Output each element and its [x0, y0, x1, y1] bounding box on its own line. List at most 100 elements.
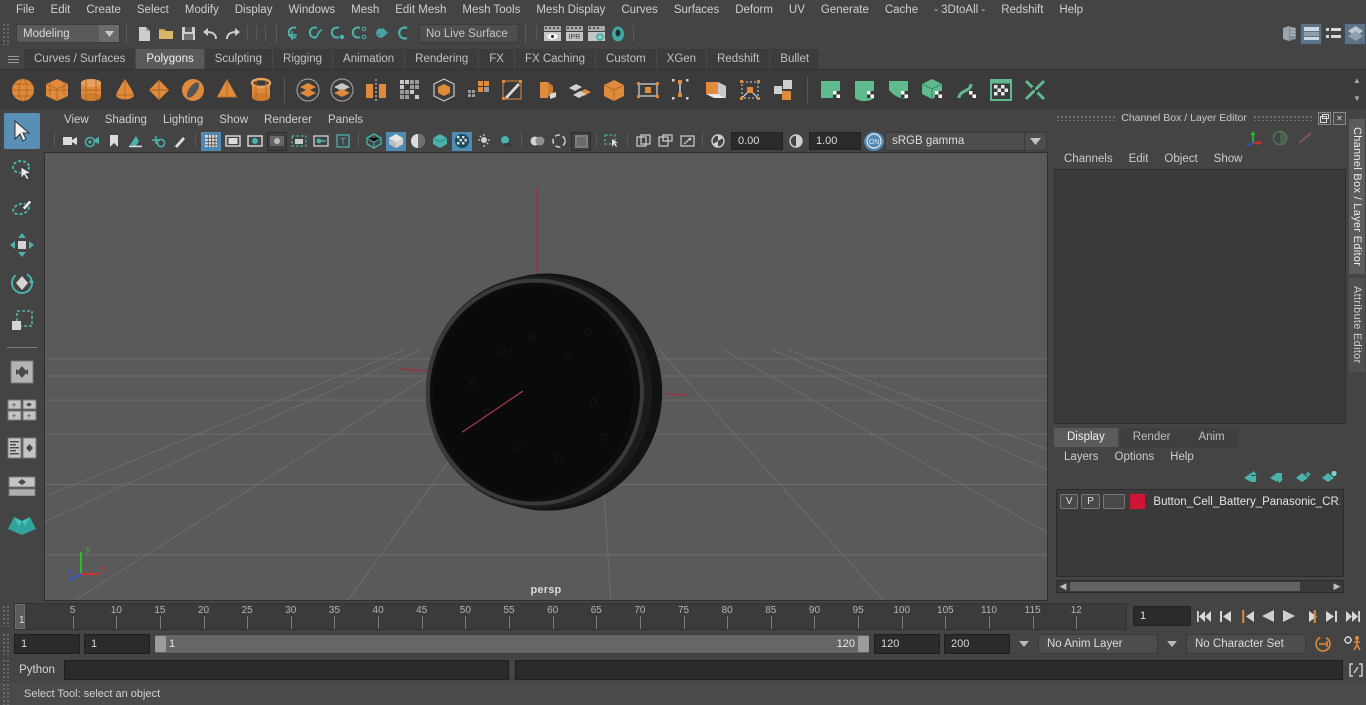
- exposure-icon[interactable]: [708, 132, 728, 151]
- layer-tab-render[interactable]: Render: [1119, 428, 1184, 447]
- color-management-icon[interactable]: ON: [864, 131, 884, 151]
- redo-icon[interactable]: [221, 23, 243, 45]
- smooth-icon[interactable]: [462, 73, 494, 107]
- snap-view-plane-icon[interactable]: [371, 23, 393, 45]
- anim-layer-field[interactable]: No Anim Layer: [1038, 634, 1158, 654]
- status-line-grip[interactable]: [2, 22, 10, 45]
- perspective-viewport[interactable]: y x z persp: [44, 152, 1048, 601]
- shaded-wireframe-icon[interactable]: [408, 132, 428, 151]
- uv-layout-icon[interactable]: [1019, 73, 1051, 107]
- shelf-tab-rendering[interactable]: Rendering: [405, 49, 480, 69]
- layer-list[interactable]: V P Button_Cell_Battery_Panasonic_CR162: [1056, 489, 1344, 577]
- color-space-dropdown-icon[interactable]: [1025, 131, 1047, 151]
- animation-end-field[interactable]: 200: [944, 634, 1010, 654]
- menu-mesh[interactable]: Mesh: [343, 0, 387, 20]
- film-gate-icon[interactable]: [223, 132, 243, 151]
- poly-plane-icon[interactable]: [143, 73, 175, 107]
- viewport-menu-panels[interactable]: Panels: [320, 114, 371, 126]
- shelf-scroll-down-icon[interactable]: ▼: [1350, 90, 1364, 106]
- circle-icon[interactable]: [1272, 130, 1288, 146]
- shelf-tab-bullet[interactable]: Bullet: [770, 49, 821, 69]
- scroll-right-icon[interactable]: ▶: [1331, 581, 1343, 592]
- time-slider-cursor[interactable]: 1: [15, 603, 25, 629]
- image-plane-icon[interactable]: [126, 132, 146, 151]
- viewport-menu-show[interactable]: Show: [211, 114, 256, 126]
- isolate-select-icon[interactable]: [602, 132, 622, 151]
- help-line-grip[interactable]: [2, 683, 10, 705]
- time-slider-grip[interactable]: [2, 605, 10, 627]
- select-camera-icon[interactable]: [60, 132, 80, 151]
- channel-box-menu-show[interactable]: Show: [1206, 153, 1251, 165]
- combine-icon[interactable]: [394, 73, 426, 107]
- boolean-union-icon[interactable]: [292, 73, 324, 107]
- gamma-icon[interactable]: [786, 132, 806, 151]
- smooth-shade-icon[interactable]: [386, 131, 406, 151]
- xray-icon[interactable]: [289, 132, 309, 151]
- layer-color-swatch[interactable]: [1129, 494, 1146, 509]
- layer-name-label[interactable]: Button_Cell_Battery_Panasonic_CR162: [1153, 496, 1340, 508]
- four-view-layout[interactable]: [4, 354, 40, 390]
- poly-torus-icon[interactable]: [177, 73, 209, 107]
- hypershade-icon[interactable]: [607, 23, 629, 45]
- shelf-tab-animation[interactable]: Animation: [333, 49, 406, 69]
- menu-mesh-display[interactable]: Mesh Display: [528, 0, 613, 20]
- attribute-editor-toggle-icon[interactable]: [1322, 23, 1344, 45]
- move-layer-down-icon[interactable]: [1269, 470, 1286, 484]
- menu-windows[interactable]: Windows: [280, 0, 343, 20]
- go-to-end-icon[interactable]: [1342, 605, 1362, 627]
- uv-editor-icon[interactable]: [985, 73, 1017, 107]
- shelf-tab-xgen[interactable]: XGen: [656, 49, 708, 69]
- menu-deform[interactable]: Deform: [727, 0, 781, 20]
- anim-layer-dropdown-icon[interactable]: [1014, 641, 1034, 647]
- lasso-select-tool[interactable]: [4, 151, 40, 187]
- scale-tool[interactable]: [4, 303, 40, 339]
- color-space-field[interactable]: sRGB gamma: [885, 131, 1025, 151]
- step-back-frame-icon[interactable]: [1216, 605, 1236, 627]
- viewport-menu-shading[interactable]: Shading: [97, 114, 155, 126]
- menu-surfaces[interactable]: Surfaces: [666, 0, 727, 20]
- use-default-lighting-icon[interactable]: [452, 131, 472, 151]
- range-start-field[interactable]: 1: [84, 634, 150, 654]
- animation-start-field[interactable]: 1: [14, 634, 80, 654]
- persp-outliner-layout[interactable]: + + +: [4, 392, 40, 428]
- panel-grip-right[interactable]: [1252, 115, 1312, 121]
- viewport-menu-renderer[interactable]: Renderer: [256, 114, 320, 126]
- shelf-scroll-arrows[interactable]: ▲ ▼: [1350, 72, 1364, 106]
- current-frame-field[interactable]: 1: [1133, 606, 1191, 626]
- shadows-icon[interactable]: [496, 132, 516, 151]
- tab-attribute-editor[interactable]: Attribute Editor: [1349, 278, 1365, 372]
- manipulator-icon[interactable]: [1246, 130, 1264, 146]
- single-perspective-layout[interactable]: [4, 468, 40, 504]
- channel-box-menu-object[interactable]: Object: [1156, 153, 1205, 165]
- poly-cylinder-icon[interactable]: [75, 73, 107, 107]
- scroll-left-icon[interactable]: ◀: [1057, 581, 1069, 592]
- shelf-tab-curves-surfaces[interactable]: Curves / Surfaces: [24, 49, 137, 69]
- shelf-tab-polygons[interactable]: Polygons: [136, 49, 205, 69]
- menu-edit-mesh[interactable]: Edit Mesh: [387, 0, 454, 20]
- layer-menu-help[interactable]: Help: [1162, 451, 1202, 463]
- panel-copy-icon[interactable]: [633, 132, 653, 151]
- slash-icon[interactable]: [1296, 130, 1314, 146]
- snap-curve-icon[interactable]: [305, 23, 327, 45]
- uv-cylindrical-icon[interactable]: [849, 73, 881, 107]
- undo-icon[interactable]: [199, 23, 221, 45]
- show-hide-editors-icon[interactable]: [1278, 23, 1300, 45]
- time-slider[interactable]: 1 5 10 15 20 25 30 35 40 45 50 55 60 65 70 75 80 85 90 95 1…: [14, 602, 1127, 630]
- script-editor-icon[interactable]: [1346, 660, 1366, 680]
- extract-icon[interactable]: [428, 73, 460, 107]
- snap-point-icon[interactable]: [327, 23, 349, 45]
- panel-grip-left[interactable]: [1056, 115, 1116, 121]
- shelf-tab-custom[interactable]: Custom: [596, 49, 657, 69]
- menu-mesh-tools[interactable]: Mesh Tools: [454, 0, 528, 20]
- viewport-menu-view[interactable]: View: [56, 114, 97, 126]
- shelf-tab-fx[interactable]: FX: [479, 49, 515, 69]
- step-back-key-icon[interactable]: [1237, 605, 1257, 627]
- shelf-menu-icon[interactable]: [2, 49, 24, 69]
- xray-joints-icon[interactable]: [311, 132, 331, 151]
- menu-create[interactable]: Create: [78, 0, 129, 20]
- menu-set-selector[interactable]: Modeling: [16, 24, 120, 43]
- poly-sphere-icon[interactable]: [7, 73, 39, 107]
- layer-visibility-toggle[interactable]: V: [1060, 494, 1079, 509]
- menu-file[interactable]: File: [8, 0, 43, 20]
- range-start-handle[interactable]: [155, 636, 166, 652]
